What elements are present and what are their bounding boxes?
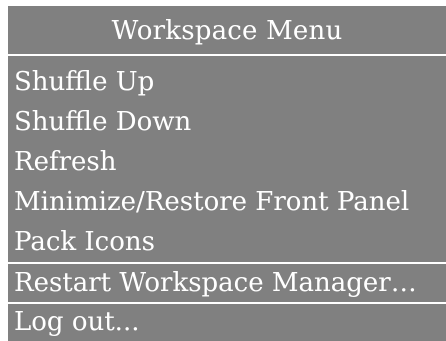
menu-item-shuffle-down[interactable]: Shuffle Down <box>8 102 446 142</box>
menu-title: Workspace Menu <box>111 16 343 46</box>
menu-item-minimize-restore-front-panel[interactable]: Minimize/Restore Front Panel <box>8 182 446 222</box>
menu-item-shuffle-up[interactable]: Shuffle Up <box>8 62 446 102</box>
menu-items: Shuffle Up Shuffle Down Refresh Minimize… <box>8 62 446 340</box>
menu-item-log-out[interactable]: Log out... <box>8 304 446 340</box>
menu-item-restart-workspace-manager[interactable]: Restart Workspace Manager… <box>8 262 446 304</box>
workspace-menu: Workspace Menu Shuffle Up Shuffle Down R… <box>8 6 446 341</box>
title-separator <box>8 54 446 56</box>
menu-item-refresh[interactable]: Refresh <box>8 142 446 182</box>
menu-item-pack-icons[interactable]: Pack Icons <box>8 222 446 262</box>
